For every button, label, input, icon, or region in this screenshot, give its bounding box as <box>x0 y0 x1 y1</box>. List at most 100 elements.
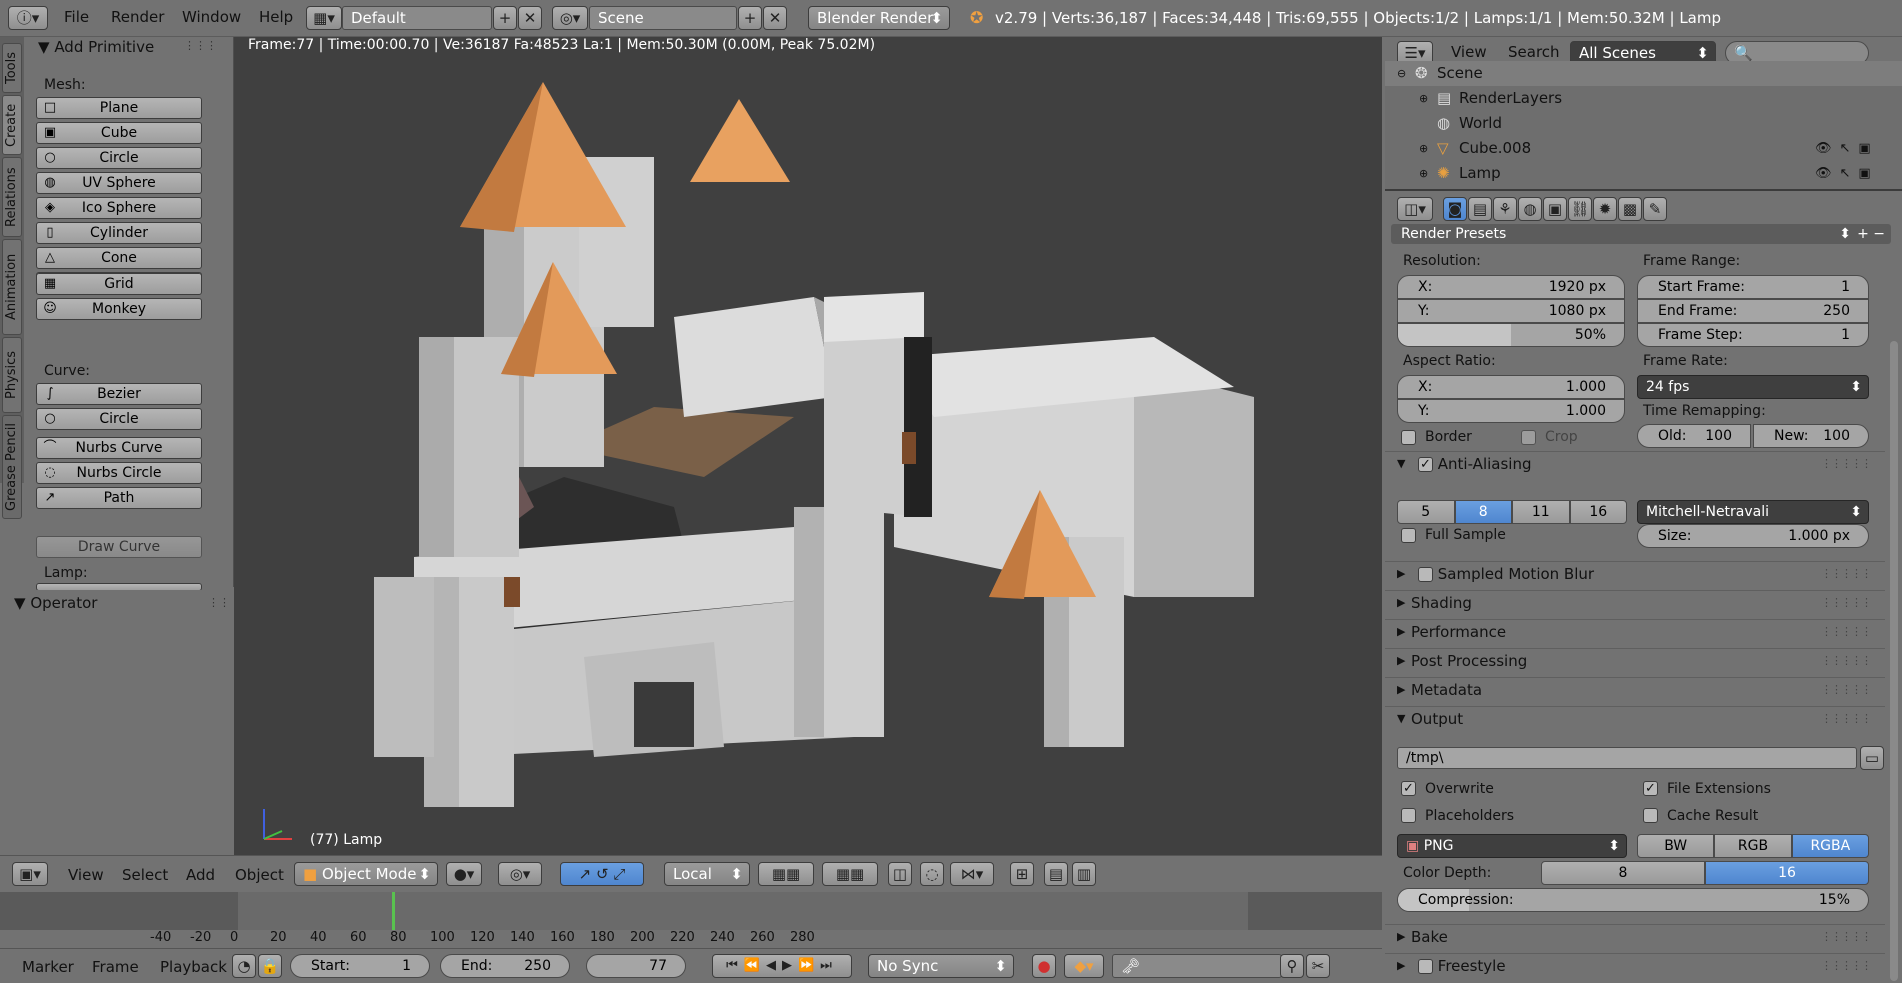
add-mesh-monkey-button[interactable]: ☺ Monkey <box>36 298 202 320</box>
record-icon[interactable]: ● <box>1032 954 1056 978</box>
placeholders-checkbox[interactable] <box>1401 808 1416 823</box>
visibility-toggles[interactable]: 👁↖▣ <box>1815 161 1879 186</box>
output-path-input[interactable]: /tmp\ <box>1397 747 1857 769</box>
motion-blur-checkbox[interactable] <box>1418 567 1433 582</box>
aa-8-button[interactable]: 8 <box>1454 500 1512 524</box>
info-editor-button[interactable]: ⓘ▾ <box>8 6 48 30</box>
freestyle-panel-header[interactable]: ▶ Freestyle ⋮⋮⋮⋮⋮ <box>1385 953 1885 977</box>
crop-checkbox[interactable] <box>1521 430 1536 445</box>
outliner-item-renderlayers[interactable]: ⊕ ▤ RenderLayers <box>1385 86 1902 111</box>
menu-add[interactable]: Add <box>186 866 215 884</box>
expand-toggle-icon[interactable]: ⊖ <box>1397 61 1406 86</box>
orientation-dropdown[interactable]: Local ⬍ <box>664 862 750 886</box>
add-curve-nurbs-circle-button[interactable]: ◌ Nurbs Circle <box>36 462 202 484</box>
tab-grease-pencil[interactable]: Grease Pencil <box>2 415 22 519</box>
proportional-edit-button[interactable]: ◌ <box>920 862 944 886</box>
add-scene-button[interactable]: + <box>738 6 762 30</box>
end-frame-field[interactable]: End Frame: 250 <box>1637 299 1869 323</box>
menu-playback[interactable]: Playback <box>160 958 227 976</box>
add-mesh-ico-sphere-button[interactable]: ◈ Ico Sphere <box>36 197 202 219</box>
particles-tab-icon[interactable]: ✎ <box>1643 197 1667 221</box>
tab-animation[interactable]: Animation <box>2 239 22 335</box>
draw-curve-button[interactable]: Draw Curve <box>36 536 202 558</box>
render-presets[interactable]: Render Presets ⬍ + − <box>1391 224 1891 244</box>
menu-view[interactable]: View <box>68 866 104 884</box>
grip-icon[interactable]: ⋮⋮⋮ <box>184 39 217 52</box>
layout-icon[interactable]: ▦▾ <box>306 6 342 30</box>
3d-viewport[interactable]: Frame:77 | Time:00:00.70 | Ve:36187 Fa:4… <box>234 37 1382 855</box>
tab-create[interactable]: Create <box>2 95 22 155</box>
post-processing-panel-header[interactable]: ▶ Post Processing ⋮⋮⋮⋮⋮ <box>1385 648 1885 672</box>
start-field[interactable]: Start: 1 <box>290 954 430 978</box>
add-mesh-circle-button[interactable]: ○ Circle <box>36 147 202 169</box>
menu-frame[interactable]: Frame <box>92 958 139 976</box>
lock-range-icon[interactable]: 🔒 <box>258 954 282 978</box>
menu-window[interactable]: Window <box>182 8 241 26</box>
visibility-toggles[interactable]: 👁↖▣ <box>1815 136 1879 161</box>
add-primitive-header[interactable]: ▼ Add Primitive <box>38 38 154 56</box>
playhead[interactable] <box>392 892 395 932</box>
scene-field[interactable]: Scene <box>589 6 737 30</box>
render-image-button[interactable]: ▤ <box>1044 862 1068 886</box>
res-percent-slider[interactable]: 50% <box>1397 323 1625 347</box>
add-mesh-plane-button[interactable]: □ Plane <box>36 97 202 119</box>
res-y-field[interactable]: Y: 1080 px <box>1397 299 1625 323</box>
add-curve-circle-button[interactable]: ○ Circle <box>36 408 202 430</box>
current-frame-field[interactable]: 77 <box>586 954 686 978</box>
manipulator-buttons[interactable]: ↗ ↺ ⤢ <box>560 862 644 886</box>
motion-blur-panel-header[interactable]: ▶ Sampled Motion Blur ⋮⋮⋮⋮⋮ <box>1385 561 1885 585</box>
operator-header[interactable]: ▼ Operator <box>14 594 97 612</box>
pivot-button[interactable]: ◎▾ <box>498 862 542 886</box>
sync-dropdown[interactable]: No Sync ⬍ <box>868 954 1014 978</box>
keying-set-icon[interactable]: ◆▾ <box>1064 954 1104 978</box>
remap-new-field[interactable]: New: 100 <box>1753 424 1869 448</box>
border-checkbox[interactable] <box>1401 430 1416 445</box>
layers-grid-1[interactable]: ▦▦ <box>758 862 814 886</box>
add-mesh-uv-sphere-button[interactable]: ◍ UV Sphere <box>36 172 202 194</box>
add-curve-bezier-button[interactable]: ∫ Bezier <box>36 383 202 405</box>
aa-16-button[interactable]: 16 <box>1569 500 1627 524</box>
render-tab-icon[interactable]: ◙ <box>1443 197 1467 221</box>
filter-size-field[interactable]: Size: 1.000 px <box>1637 524 1869 548</box>
expand-toggle-icon[interactable]: ⊕ <box>1419 86 1428 111</box>
aa-checkbox[interactable]: ✓ <box>1418 457 1433 472</box>
res-x-field[interactable]: X: 1920 px <box>1397 275 1625 299</box>
add-curve-nurbs-curve-button[interactable]: ⌒ Nurbs Curve <box>36 437 202 459</box>
outliner-menu-search[interactable]: Search <box>1508 43 1560 61</box>
menu-help[interactable]: Help <box>259 8 293 26</box>
aa-11-button[interactable]: 11 <box>1512 500 1570 524</box>
end-field[interactable]: End: 250 <box>440 954 570 978</box>
depth-16-button[interactable]: 16 <box>1705 861 1869 885</box>
expand-toggle-icon[interactable]: ⊕ <box>1419 161 1428 186</box>
lock-camera-button[interactable]: ◫ <box>888 862 912 886</box>
menu-render[interactable]: Render <box>111 8 164 26</box>
keyframe-icon[interactable]: ◔ <box>232 954 256 978</box>
render-engine-dropdown[interactable]: Blender Render ⬍ <box>808 6 950 30</box>
shading-button[interactable]: ●▾ <box>446 862 482 886</box>
layout-field[interactable]: Default <box>342 6 492 30</box>
cache-result-checkbox[interactable] <box>1643 808 1658 823</box>
mode-dropdown[interactable]: ■ Object Mode ⬍ <box>294 862 438 886</box>
folder-icon[interactable]: ▭ <box>1860 746 1884 770</box>
bw-button[interactable]: BW <box>1637 834 1715 858</box>
shading-panel-header[interactable]: ▶ Shading ⋮⋮⋮⋮⋮ <box>1385 590 1885 614</box>
remove-scene-button[interactable]: ✕ <box>763 6 787 30</box>
scene-tab-icon[interactable]: ⚘ <box>1493 197 1517 221</box>
properties-scrollbar[interactable] <box>1890 341 1898 981</box>
aspect-y-field[interactable]: Y: 1.000 <box>1397 399 1625 423</box>
editor-type-button[interactable]: ▣▾ <box>12 862 48 886</box>
aa-panel-header[interactable]: ▼ ✓ Anti-Aliasing ⋮⋮⋮⋮⋮ <box>1385 451 1885 475</box>
outliner-item-lamp[interactable]: ⊕ ✺ Lamp 👁↖▣ <box>1385 161 1902 186</box>
add-curve-path-button[interactable]: ↗ Path <box>36 487 202 509</box>
add-mesh-cone-button[interactable]: △ Cone <box>36 247 202 269</box>
file-extensions-checkbox[interactable]: ✓ <box>1643 781 1658 796</box>
add-layout-button[interactable]: + <box>493 6 517 30</box>
add-mesh-cube-button[interactable]: ▣ Cube <box>36 122 202 144</box>
metadata-panel-header[interactable]: ▶ Metadata ⋮⋮⋮⋮⋮ <box>1385 677 1885 701</box>
expand-toggle-icon[interactable]: ⊕ <box>1419 136 1428 161</box>
fps-dropdown[interactable]: 24 fps ⬍ <box>1637 375 1869 399</box>
rgba-button[interactable]: RGBA <box>1791 834 1869 858</box>
object-tab-icon[interactable]: ▣ <box>1543 197 1567 221</box>
aa-filter-dropdown[interactable]: Mitchell-Netravali ⬍ <box>1637 500 1869 524</box>
texture-tab-icon[interactable]: ▩ <box>1618 197 1642 221</box>
